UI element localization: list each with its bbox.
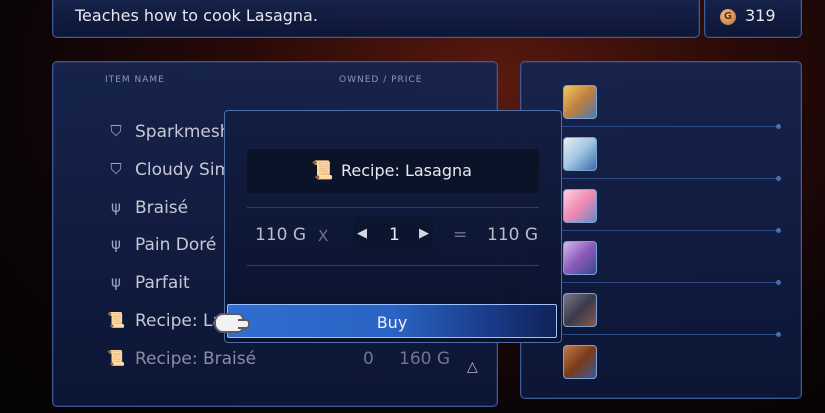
- party-portrait-brown-haired-hero: [563, 345, 597, 379]
- list-item-label: Cloudy Sim: [135, 160, 232, 180]
- list-item-label: Braisé: [135, 198, 189, 218]
- list-item-price: 160 G: [399, 349, 451, 369]
- column-header-item-name: ITEM NAME: [105, 75, 165, 85]
- divider: [247, 207, 539, 208]
- item-description-text: Teaches how to cook Lasagna.: [75, 6, 318, 25]
- dialog-item-title: Recipe: Lasagna: [341, 161, 472, 180]
- list-item-label: Pain Doré: [135, 235, 217, 255]
- buy-button-label: Buy: [376, 313, 408, 332]
- quantity-stepper[interactable]: ◀ 1 ▶: [353, 217, 433, 255]
- party-panel: [520, 61, 802, 399]
- equals-sign: =: [453, 225, 468, 245]
- scroll-icon: 📜: [106, 349, 126, 367]
- fork-icon: ψ: [111, 273, 121, 291]
- gold-coin-icon: G: [720, 9, 736, 25]
- list-item-label: Recipe: La: [135, 311, 223, 331]
- decrease-quantity-icon[interactable]: ◀: [357, 226, 367, 241]
- buy-button[interactable]: Buy: [227, 304, 557, 338]
- purchase-dialog: 📜 Recipe: Lasagna 110 G X ◀ 1 ▶ = 110 G …: [224, 110, 562, 343]
- scroll-icon: 📜: [311, 160, 334, 181]
- dialog-item-title-box: 📜 Recipe: Lasagna: [247, 149, 539, 193]
- divider: [541, 280, 781, 285]
- utensils-icon: ψ: [111, 235, 121, 253]
- scroll-icon: 📜: [106, 311, 126, 329]
- total-price: 110 G: [487, 225, 539, 245]
- divider: [541, 228, 781, 233]
- scroll-indicator-icon[interactable]: △: [467, 359, 478, 375]
- gold-counter: G 319: [704, 0, 802, 38]
- shield-icon: ⛉: [110, 122, 122, 140]
- multiply-sign: X: [318, 227, 329, 245]
- gold-amount: 319: [745, 6, 776, 25]
- quantity-value: 1: [389, 225, 400, 245]
- party-portrait-blonde-hero: [563, 85, 597, 119]
- pointing-hand-cursor-icon: [214, 313, 250, 333]
- list-item[interactable]: 📜 Recipe: Braisé 0 160 G: [53, 341, 497, 377]
- divider: [247, 265, 539, 266]
- unit-price: 110 G: [255, 225, 307, 245]
- party-portrait-pink-creature: [563, 189, 597, 223]
- party-portrait-purple-haired-hero: [563, 241, 597, 275]
- party-portrait-white-haired-hero: [563, 137, 597, 171]
- fork-icon: ψ: [111, 198, 121, 216]
- list-item-label: Recipe: Braisé: [135, 349, 257, 369]
- increase-quantity-icon[interactable]: ▶: [419, 226, 429, 241]
- shield-icon: ⛉: [110, 160, 122, 178]
- divider: [541, 176, 781, 181]
- divider: [541, 332, 781, 337]
- list-item-label: Sparkmesh: [135, 122, 231, 142]
- column-header-owned-price: OWNED / PRICE: [339, 75, 423, 85]
- item-description-bar: Teaches how to cook Lasagna.: [52, 0, 700, 38]
- party-portrait-dark-haired-hero: [563, 293, 597, 327]
- list-item-owned: 0: [363, 349, 374, 369]
- list-item-label: Parfait: [135, 273, 190, 293]
- divider: [541, 124, 781, 129]
